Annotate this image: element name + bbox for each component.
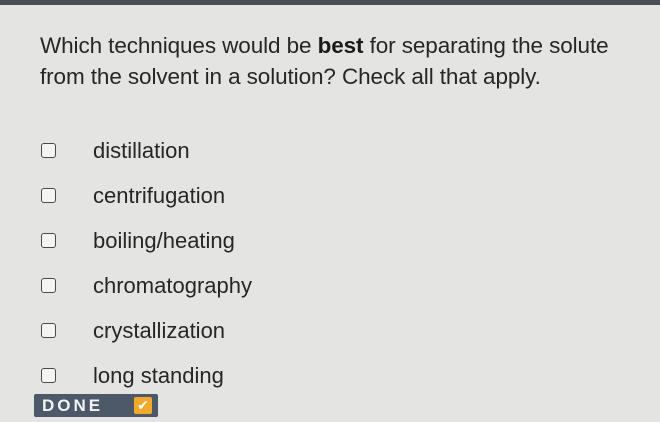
done-label: DONE bbox=[42, 395, 104, 415]
option-chromatography[interactable]: chromatography bbox=[40, 263, 440, 308]
option-label: centrifugation bbox=[93, 182, 226, 208]
option-centrifugation[interactable]: centrifugation bbox=[40, 173, 440, 218]
top-bar bbox=[0, 0, 660, 5]
option-distillation[interactable]: distillation bbox=[40, 128, 440, 173]
options-list: distillation centrifugation boiling/heat… bbox=[40, 128, 440, 398]
option-long-standing[interactable]: long standing bbox=[40, 353, 440, 398]
checkbox[interactable] bbox=[41, 323, 56, 338]
option-boiling-heating[interactable]: boiling/heating bbox=[40, 218, 440, 263]
option-label: chromatography bbox=[93, 272, 252, 298]
question-text: Which techniques would be best for separ… bbox=[40, 30, 620, 92]
option-label: long standing bbox=[93, 362, 224, 388]
option-crystallization[interactable]: crystallization bbox=[40, 308, 440, 353]
checkbox[interactable] bbox=[41, 233, 56, 248]
question-text-start: Which techniques would be bbox=[40, 33, 318, 58]
done-button[interactable]: DONE ✔ bbox=[34, 394, 158, 417]
checkmark-icon: ✔ bbox=[134, 397, 152, 414]
option-label: crystallization bbox=[93, 317, 226, 343]
option-label: boiling/heating bbox=[93, 227, 235, 253]
question-emphasis: best bbox=[317, 33, 364, 58]
checkbox[interactable] bbox=[41, 278, 56, 293]
checkbox[interactable] bbox=[41, 368, 56, 383]
checkbox[interactable] bbox=[41, 143, 56, 158]
checkbox[interactable] bbox=[41, 188, 56, 203]
option-label: distillation bbox=[93, 137, 190, 163]
